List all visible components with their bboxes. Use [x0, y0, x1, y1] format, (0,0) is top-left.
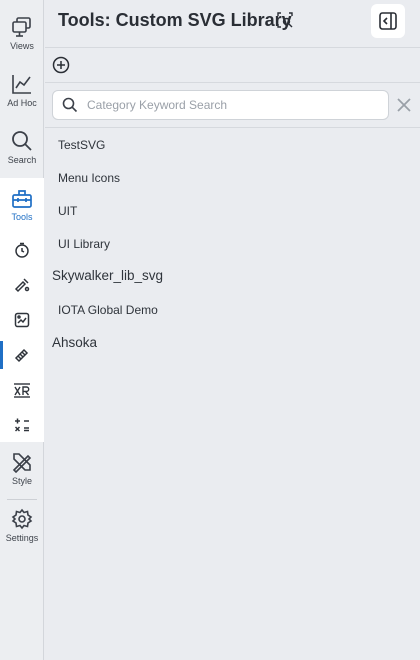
select-search-icon: [277, 12, 293, 28]
category-search-input[interactable]: [87, 95, 382, 115]
nav-tools[interactable]: Tools: [0, 187, 44, 223]
tool-xr[interactable]: [0, 378, 44, 402]
gear-icon: [11, 508, 33, 530]
tool-timer[interactable]: [0, 238, 44, 262]
style-tools-icon: [12, 453, 32, 473]
nav-rail: Views Ad Hoc Search Tools Style Settings: [0, 0, 44, 660]
find-selection-button[interactable]: [277, 12, 293, 33]
svg-library-panel: Tools: Custom SVG Library Category Keywo…: [45, 0, 420, 660]
nav-settings-label: Settings: [5, 533, 39, 543]
nav-views[interactable]: Views: [0, 16, 44, 52]
list-item[interactable]: UI Library: [58, 237, 110, 251]
timer-icon: [15, 242, 29, 258]
collapse-panel-button[interactable]: [371, 4, 405, 38]
rail-divider: [7, 499, 37, 500]
nav-search[interactable]: Search: [0, 130, 44, 166]
nav-tools-label: Tools: [11, 212, 33, 222]
panel-toolbar: [45, 49, 420, 83]
search-icon: [12, 131, 32, 151]
svg-library-icon: [14, 348, 29, 363]
search-row: [45, 84, 420, 128]
nav-search-label: Search: [7, 155, 37, 165]
nav-style-label: Style: [11, 476, 32, 486]
tool-svg-library[interactable]: [0, 341, 44, 369]
list-item[interactable]: Skywalker_lib_svg: [52, 268, 163, 283]
nav-settings[interactable]: Settings: [0, 508, 44, 544]
xr-icon: [14, 383, 30, 398]
list-item[interactable]: IOTA Global Demo: [58, 303, 158, 317]
nav-adhoc[interactable]: Ad Hoc: [0, 73, 44, 109]
calculator-icon: [14, 418, 29, 432]
list-item[interactable]: Ahsoka: [52, 335, 97, 350]
image-edit-icon: [14, 312, 30, 328]
add-category-button[interactable]: [52, 56, 70, 74]
chart-trend-icon: [12, 75, 31, 94]
collapse-left-icon: [379, 12, 397, 30]
tool-calculator[interactable]: [0, 413, 44, 437]
views-icon: [12, 17, 31, 37]
nav-views-label: Views: [10, 41, 34, 51]
toolbox-icon: [12, 190, 32, 208]
list-item[interactable]: TestSVG: [58, 138, 105, 152]
panel-header: Tools: Custom SVG Library: [45, 0, 420, 48]
list-item[interactable]: UIT: [58, 204, 77, 218]
search-box: [52, 90, 389, 120]
plus-circle-icon: [52, 56, 70, 74]
nav-adhoc-label: Ad Hoc: [7, 98, 37, 108]
tool-paint[interactable]: [0, 273, 44, 297]
clear-search-button[interactable]: [396, 97, 412, 113]
nav-style[interactable]: Style: [0, 451, 44, 487]
search-icon: [62, 97, 78, 113]
tool-image-edit[interactable]: [0, 308, 44, 332]
paint-icon: [14, 278, 30, 293]
page-title: Tools: Custom SVG Library: [58, 10, 292, 30]
list-item[interactable]: Menu Icons: [58, 171, 120, 185]
close-icon: [397, 98, 411, 112]
